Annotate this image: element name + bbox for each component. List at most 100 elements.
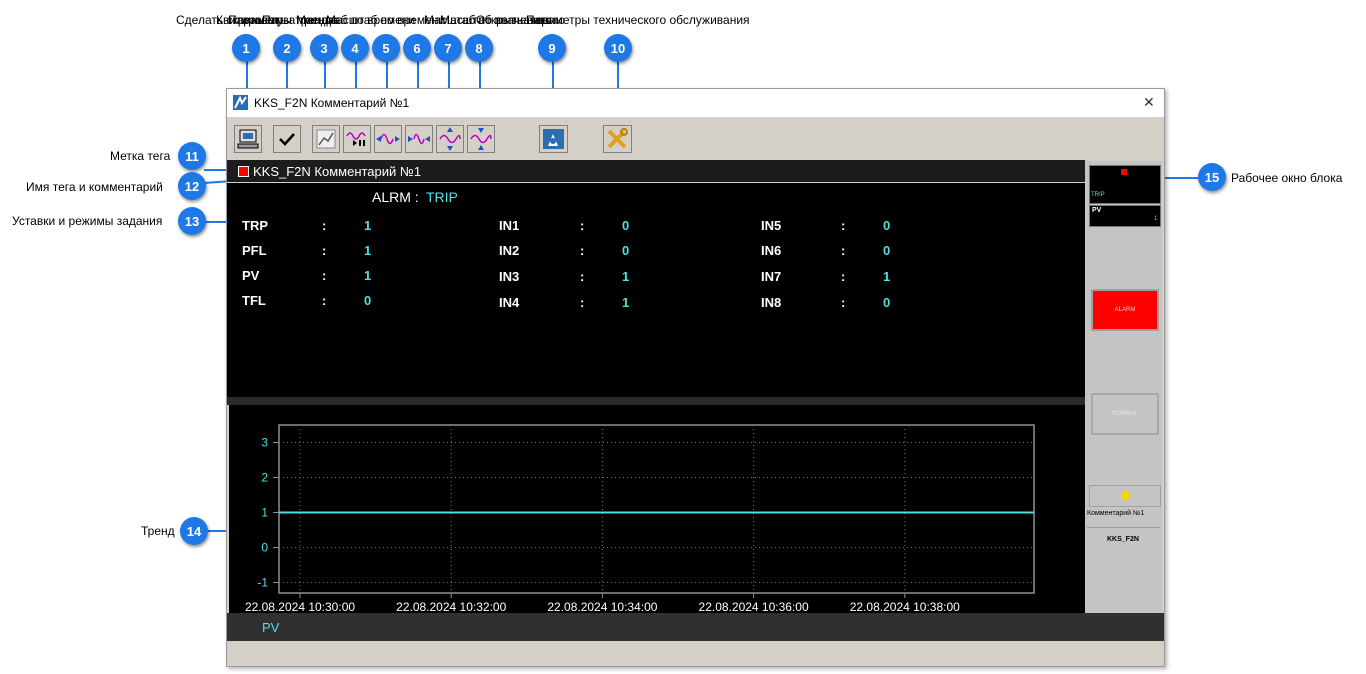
param-in4-sep: : [580,295,585,310]
maintenance-button[interactable] [603,125,632,153]
open-window-button[interactable] [539,125,568,153]
trend-x-tick-label: 22.08.2024 10:36:00 [699,600,809,613]
monitor-icon [237,129,259,149]
callout-14: 14 [180,517,208,545]
title-bar[interactable]: KKS_F2N Комментарий №1 ✕ [227,89,1164,117]
param-in4-label: IN4 [499,295,520,310]
block-pv-box: PV 1 [1089,205,1161,227]
param-pv-sep: : [322,268,327,283]
time-scale-in-icon [376,133,400,145]
block-alarm-label: ALARM [1114,307,1136,313]
pause-trend-icon [346,132,366,146]
block-trip-label: TRIP [1091,192,1105,198]
param-in8-sep: : [841,295,846,310]
param-in8-value: 0 [883,295,891,310]
block-tag-box: KKS_F2N [1087,527,1160,551]
block-pv-label: PV [1092,207,1102,214]
callout-label-11: Метка тега [110,149,171,163]
param-in3-label: IN3 [499,269,520,284]
tooltip-maintenance: Параметры технического обслуживания [526,13,750,27]
param-in5-label: IN5 [761,218,782,233]
tag-marker [238,166,249,177]
param-tfl-value: 0 [364,293,372,308]
params-panel: ALRM : TRIP TRP : 1 PFL : 1 PV : 1 TFL :… [227,183,1085,397]
param-in6-sep: : [841,243,846,258]
faceplate-window: KKS_F2N Комментарий №1 ✕ KKS_F2N Коммент… [226,88,1165,667]
value-zoom-out-button[interactable] [467,125,495,153]
param-in1-label: IN1 [499,218,520,233]
callout-label-15: Рабочее окно блока [1231,171,1343,185]
chart-edit-icon [316,129,336,149]
block-window: TRIP PV 1 ALARM NORMAL Комментарий №1 KK… [1085,161,1162,613]
param-in6-value: 0 [883,243,891,258]
param-in3-sep: : [580,269,585,284]
param-in5-value: 0 [883,218,891,233]
block-trip-marker [1121,169,1127,175]
callout-3: 3 [310,34,338,62]
time-scale-out-icon [408,133,430,145]
value-zoom-in-button[interactable] [436,125,464,153]
time-zoom-out-button[interactable] [405,125,433,153]
alarm-label: ALRM : [372,189,419,205]
callout-4: 4 [341,34,369,62]
trend-y-tick-label: 0 [261,541,268,555]
block-indicator-marker [1122,492,1129,499]
param-tfl-sep: : [322,293,327,308]
checkmark-icon [279,133,295,146]
param-in7-sep: : [841,269,846,284]
callout-11: 11 [178,142,206,170]
param-in3-value: 1 [622,269,630,284]
trend-params-button[interactable] [312,125,340,153]
param-in2-label: IN2 [499,243,520,258]
callout-12: 12 [178,172,206,200]
trend-x-tick-label: 22.08.2024 10:34:00 [547,600,657,613]
block-tag: KKS_F2N [1107,536,1139,543]
app-icon [233,95,248,110]
trend-x-tick-label: 22.08.2024 10:30:00 [245,600,355,613]
callout-2: 2 [273,34,301,62]
close-icon[interactable]: ✕ [1143,94,1155,111]
screenshot-button[interactable] [234,125,262,153]
param-in5-sep: : [841,218,846,233]
tools-icon [607,128,628,149]
param-in8-label: IN8 [761,295,782,310]
tag-header: KKS_F2N Комментарий №1 [227,160,1085,182]
callout-6: 6 [403,34,431,62]
toolbar-tooltip-stack: Сделать скриншот Квитировать Параметры т… [176,13,816,29]
param-in6-label: IN6 [761,243,782,258]
acknowledge-button[interactable] [273,125,301,153]
param-in1-sep: : [580,218,585,233]
trend-x-tick-label: 22.08.2024 10:32:00 [396,600,506,613]
callout-8: 8 [465,34,493,62]
trend-plot-frame [278,424,1035,594]
param-pv-label: PV [242,268,260,283]
param-tfl-label: TFL [242,293,266,308]
param-in1-value: 0 [622,218,630,233]
tag-name: KKS_F2N Комментарий №1 [253,164,422,179]
param-pv-value: 1 [364,268,372,283]
trend-y-tick-label: 2 [261,471,268,485]
trend-legend-strip: PV [227,613,1164,641]
trend-y-tick-label: 3 [261,436,268,450]
callout-9: 9 [538,34,566,62]
callout-10: 10 [604,34,632,62]
block-normal-button[interactable]: NORMAL [1091,393,1159,435]
param-trp-label: TRP [242,218,268,233]
block-normal-label: NORMAL [1112,411,1138,417]
trend-panel[interactable]: -1 0 1 2 3 22.08.2024 10:30:00 22.08.2024 10:3… [229,405,1085,614]
callout-line-15 [1160,177,1200,179]
time-zoom-in-button[interactable] [374,125,402,153]
param-in2-sep: : [580,243,585,258]
param-in7-value: 1 [883,269,891,284]
block-indicator-box [1089,485,1161,507]
param-pfl-sep: : [322,243,327,258]
block-comment: Комментарий №1 [1087,510,1145,517]
callout-label-12: Имя тега и комментарий [26,180,163,194]
param-pfl-label: PFL [242,243,267,258]
trend-x-tick-label: 22.08.2024 10:38:00 [850,600,960,613]
block-alarm-button[interactable]: ALARM [1091,289,1159,331]
trend-y-tick-label: -1 [257,576,268,590]
trend-pause-button[interactable] [343,125,371,153]
callout-1: 1 [232,34,260,62]
param-in2-value: 0 [622,243,630,258]
